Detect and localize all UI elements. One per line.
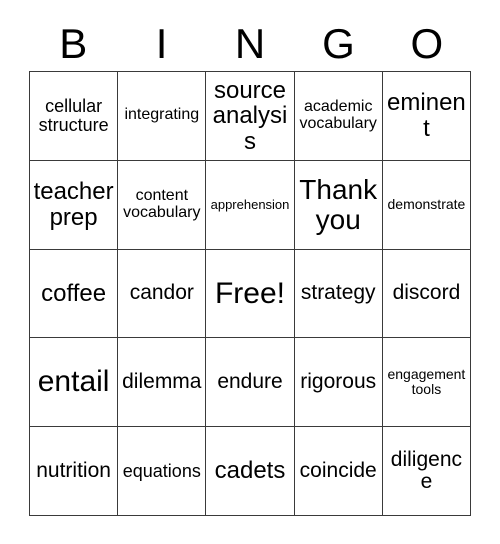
bingo-cell-free-space[interactable]: Free! (206, 249, 295, 339)
bingo-cell[interactable]: content vocabulary (118, 160, 207, 250)
bingo-cell[interactable]: cellular structure (30, 72, 119, 161)
bingo-cell[interactable]: endure (206, 338, 295, 428)
bingo-cell-label: academic vocabulary (299, 97, 377, 132)
bingo-cell-label: cadets (214, 457, 286, 485)
bingo-cell[interactable]: eminent (382, 72, 472, 161)
bingo-card: B I N G O cellular structure integrating… (0, 0, 500, 544)
bingo-cell-label: integrating (124, 106, 200, 124)
bingo-row: teacher prep content vocabulary apprehen… (30, 160, 472, 250)
bingo-cell-label: eminent (387, 89, 466, 142)
bingo-cell-label: endure (217, 370, 283, 394)
bingo-cell-label: dilemma (122, 370, 202, 394)
bingo-cell-label: coincide (299, 458, 377, 482)
bingo-cell-label: teacher prep (33, 178, 114, 231)
bingo-cell[interactable]: engagement tools (382, 338, 472, 428)
bingo-cell[interactable]: candor (118, 249, 207, 339)
bingo-cell-label: candor (129, 281, 194, 305)
bingo-row: coffee candor Free! strategy discord (30, 249, 472, 339)
bingo-cell-label: demonstrate (387, 196, 466, 213)
header-letter-o: O (410, 20, 444, 67)
bingo-cell[interactable]: source analysis (206, 72, 295, 161)
bingo-cell[interactable]: coincide (294, 427, 383, 516)
header-letter-n: N (234, 20, 266, 67)
bingo-cell[interactable]: diligence (382, 427, 472, 516)
bingo-cell[interactable]: nutrition (30, 427, 119, 516)
bingo-cell-label: cellular structure (38, 95, 109, 135)
bingo-cell-label: apprehension (210, 196, 290, 212)
bingo-cell-label: entail (37, 365, 110, 399)
bingo-cell[interactable]: equations (118, 427, 207, 516)
bingo-cell[interactable]: discord (382, 249, 472, 339)
bingo-cell-label: engagement tools (387, 366, 466, 398)
bingo-cell[interactable]: dilemma (118, 338, 207, 428)
bingo-cell[interactable]: apprehension (206, 160, 295, 250)
header-letter-g: G (322, 20, 355, 67)
bingo-free-space-label: Free! (214, 276, 286, 310)
bingo-cell[interactable]: entail (30, 338, 119, 428)
bingo-cell-label: nutrition (36, 458, 111, 482)
bingo-cell-label: source analysis (212, 76, 288, 155)
bingo-row: cellular structure integrating source an… (30, 72, 472, 161)
bingo-cell[interactable]: academic vocabulary (294, 72, 383, 161)
bingo-grid: cellular structure integrating source an… (29, 71, 472, 516)
bingo-cell-label: equations (122, 460, 201, 481)
bingo-cell-label: content vocabulary (123, 186, 201, 221)
bingo-cell-label: discord (392, 281, 461, 305)
bingo-cell[interactable]: Thank you (294, 160, 383, 250)
bingo-cell-label: rigorous (300, 370, 377, 394)
header-letter-i: I (155, 20, 168, 67)
bingo-cell-label: Thank you (299, 174, 378, 235)
bingo-cell[interactable]: rigorous (294, 338, 383, 428)
bingo-row: entail dilemma endure rigorous engagemen… (30, 338, 472, 428)
bingo-cell[interactable]: teacher prep (30, 160, 119, 250)
bingo-row: nutrition equations cadets coincide dili… (30, 427, 472, 516)
bingo-cell-label: strategy (300, 281, 376, 305)
bingo-cell[interactable]: demonstrate (382, 160, 472, 250)
bingo-header: B I N G O (29, 18, 471, 70)
bingo-cell-label: coffee (41, 279, 107, 307)
header-letter-b: B (59, 20, 88, 67)
bingo-cell-label: diligence (390, 447, 463, 494)
bingo-cell[interactable]: strategy (294, 249, 383, 339)
bingo-cell[interactable]: coffee (30, 249, 119, 339)
bingo-cell[interactable]: integrating (118, 72, 207, 161)
bingo-cell[interactable]: cadets (206, 427, 295, 516)
